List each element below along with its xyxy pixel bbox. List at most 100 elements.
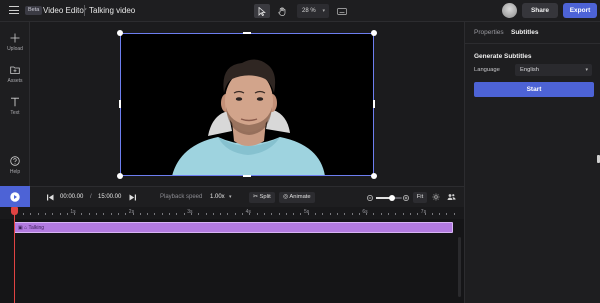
cursor-icon	[258, 6, 266, 16]
ruler-tick	[439, 213, 441, 215]
properties-panel: Properties Subtitles Generate Subtitles …	[464, 22, 600, 303]
app-title: Video Editor	[43, 6, 87, 15]
ruler-tick	[373, 213, 375, 215]
text-icon	[11, 97, 19, 107]
ruler-tick	[242, 213, 243, 215]
play-button[interactable]	[0, 186, 30, 207]
ruler-tick	[132, 213, 134, 215]
skip-forward-icon[interactable]	[129, 194, 136, 201]
beta-badge: Beta	[25, 6, 43, 15]
ruler-tick	[96, 213, 97, 215]
help-icon	[10, 156, 20, 166]
timeline-scrollbar[interactable]	[458, 237, 461, 297]
ruler-tick	[424, 213, 426, 215]
chevron-down-icon: ▾	[585, 67, 588, 73]
gear-icon[interactable]	[432, 193, 440, 201]
split-button[interactable]: ✂ Split	[249, 192, 275, 203]
document-title[interactable]: Talking video	[89, 5, 135, 16]
language-label: Language	[474, 67, 500, 73]
playback-speed-select[interactable]: 1.00x	[210, 187, 225, 208]
hand-tool-button[interactable]	[274, 4, 290, 18]
ruler-tick	[402, 213, 404, 215]
start-button[interactable]: Start	[474, 82, 594, 97]
clip-label: ▣ ⌂ Talking	[18, 223, 44, 233]
ruler-tick	[176, 213, 178, 215]
ruler-tick	[52, 213, 54, 215]
users-icon[interactable]	[447, 193, 456, 201]
sidebar-item-label: Assets	[7, 78, 23, 84]
export-button[interactable]: Export	[563, 3, 597, 18]
play-icon	[10, 191, 20, 202]
total-time: 15:00.00	[98, 194, 122, 200]
top-bar: Beta Video Editor Talking video 28 % ▾ S…	[0, 0, 600, 22]
sidebar-item-upload[interactable]: Upload	[0, 33, 30, 52]
section-title: Generate Subtitles	[474, 53, 532, 60]
editor-canvas	[30, 22, 464, 186]
ruler-tick	[344, 213, 346, 215]
current-time: 00:00.00	[60, 194, 84, 200]
resize-handle-right[interactable]	[373, 100, 375, 108]
tab-subtitles[interactable]: Subtitles	[511, 29, 538, 36]
sidebar-item-label: Upload	[7, 46, 23, 52]
playhead-handle[interactable]	[11, 207, 18, 215]
share-button[interactable]: Share	[522, 3, 558, 18]
clip-name: Talking	[28, 225, 45, 231]
time-ruler[interactable]: 1s 2s 3s 4s 5s 6s 7s	[0, 207, 464, 219]
resize-handle-top-left[interactable]	[117, 30, 123, 36]
ruler-tick	[278, 213, 280, 215]
ruler-tick	[417, 213, 419, 215]
resize-handle-bottom-right[interactable]	[371, 173, 377, 179]
timeline-clip[interactable]: ▣ ⌂ Talking	[14, 222, 453, 233]
tab-properties[interactable]: Properties	[474, 29, 504, 36]
chevron-down-icon[interactable]: ▾	[229, 187, 232, 208]
user-avatar[interactable]	[502, 3, 517, 18]
animate-button[interactable]: ◎ Animate	[279, 192, 315, 203]
ruler-tick	[198, 213, 200, 215]
zoom-out-icon[interactable]	[367, 195, 373, 201]
zoom-slider-knob[interactable]	[389, 195, 396, 201]
sidebar-item-text[interactable]: Text	[0, 97, 30, 116]
ruler-tick	[285, 213, 287, 215]
fit-button[interactable]: Fit	[413, 192, 427, 203]
resize-handle-top[interactable]	[243, 32, 251, 34]
resize-handle-left[interactable]	[119, 100, 121, 108]
ruler-tick	[380, 213, 382, 215]
skip-back-icon[interactable]	[47, 194, 54, 201]
resize-handle-top-right[interactable]	[371, 30, 377, 36]
language-select[interactable]: English ▾	[515, 64, 592, 76]
ruler-tick	[249, 213, 251, 215]
ruler-tick	[336, 213, 338, 215]
select-tool-button[interactable]	[254, 4, 270, 18]
ruler-tick	[256, 213, 258, 215]
ruler-tick	[351, 213, 353, 215]
ruler-tick	[59, 213, 61, 215]
ruler-tick	[183, 213, 185, 215]
resize-handle-bottom-left[interactable]	[117, 173, 123, 179]
selection-box[interactable]	[120, 33, 374, 176]
menu-icon[interactable]	[9, 6, 19, 15]
ruler-tick	[358, 213, 360, 215]
title-divider	[84, 5, 85, 16]
playhead-line	[14, 207, 15, 303]
ruler-tick	[446, 213, 448, 215]
language-value: English	[520, 67, 540, 73]
timeline-controls: 00:00.00 / 15:00.00 Playback speed 1.00x…	[30, 186, 464, 207]
folder-icon	[10, 66, 20, 74]
playback-speed-label: Playback speed	[160, 194, 203, 200]
ruler-tick	[234, 213, 236, 215]
zoom-in-icon[interactable]	[403, 195, 409, 201]
ruler-tick	[190, 213, 192, 215]
ruler-tick	[154, 213, 156, 215]
ruler-tick	[388, 213, 389, 215]
keyboard-shortcuts-button[interactable]	[334, 4, 350, 18]
timeline-zoom-slider[interactable]	[376, 195, 402, 201]
ruler-tick	[74, 213, 76, 215]
sidebar-item-assets[interactable]: Assets	[0, 65, 30, 84]
ruler-tick	[66, 213, 68, 215]
animate-icon: ◎	[283, 194, 289, 200]
zoom-select[interactable]: 28 % ▾	[297, 4, 329, 18]
ruler-tick	[169, 213, 170, 215]
resize-handle-bottom[interactable]	[243, 175, 251, 177]
sidebar-item-help[interactable]: Help	[0, 156, 30, 175]
ruler-tick	[322, 213, 324, 215]
